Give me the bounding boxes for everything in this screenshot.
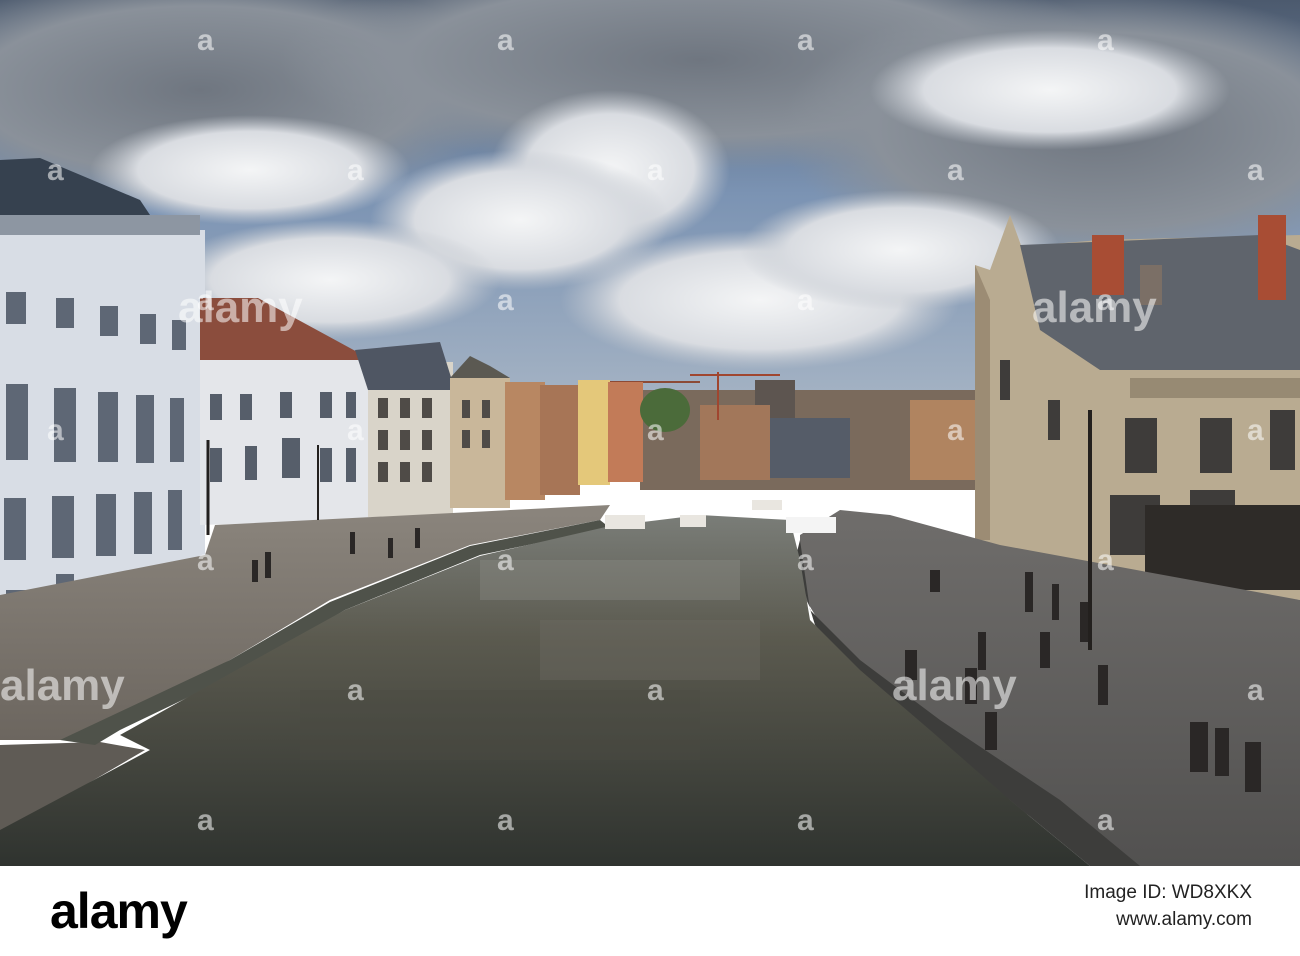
watermark-brand: alamy: [892, 661, 1017, 710]
watermark-mark: a: [497, 284, 514, 317]
watermark-brand: alamy: [178, 283, 303, 332]
watermark-mark: a: [647, 414, 664, 447]
watermark-brand: alamy: [1032, 283, 1157, 332]
watermark-mark: a: [1097, 804, 1114, 837]
watermark-mark: a: [197, 24, 214, 57]
watermark-mark: a: [797, 544, 814, 577]
watermark-mark: a: [1097, 24, 1114, 57]
watermark-mark: a: [47, 154, 64, 187]
watermark-mark: a: [1097, 544, 1114, 577]
watermark-mark: a: [347, 154, 364, 187]
watermark-mark: a: [1247, 414, 1264, 447]
watermark-mark: a: [1247, 674, 1264, 707]
alamy-logo: alamy: [50, 883, 188, 939]
watermark-mark: a: [797, 804, 814, 837]
watermark-mark: a: [197, 804, 214, 837]
stock-photo-frame: a a a a a a a a a a a a a a a a a a a a: [0, 0, 1300, 956]
watermark-brand: alamy: [0, 661, 125, 710]
watermark-mark: a: [647, 154, 664, 187]
canal-illustration: a a a a a a a a a a a a a a a a a a a a: [0, 0, 1300, 866]
watermark-mark: a: [947, 154, 964, 187]
watermark-mark: a: [47, 414, 64, 447]
watermark-mark: a: [797, 284, 814, 317]
watermark-mark: a: [947, 414, 964, 447]
image-footer: alamy Image ID: WD8XKX www.alamy.com: [0, 866, 1300, 956]
image-id: Image ID: WD8XKX: [1084, 882, 1252, 903]
watermark-mark: a: [497, 24, 514, 57]
site-link[interactable]: www.alamy.com: [1084, 906, 1252, 934]
watermark-mark: a: [497, 544, 514, 577]
image-info: Image ID: WD8XKX www.alamy.com: [1084, 880, 1252, 934]
watermark-mark: a: [797, 24, 814, 57]
watermark-mark: a: [497, 804, 514, 837]
watermark-mark: a: [647, 674, 664, 707]
photo-canal-scene: a a a a a a a a a a a a a a a a a a a a: [0, 0, 1300, 866]
watermark-mark: a: [347, 414, 364, 447]
watermark-mark: a: [197, 544, 214, 577]
watermark-mark: a: [1247, 154, 1264, 187]
watermark-mark: a: [347, 674, 364, 707]
